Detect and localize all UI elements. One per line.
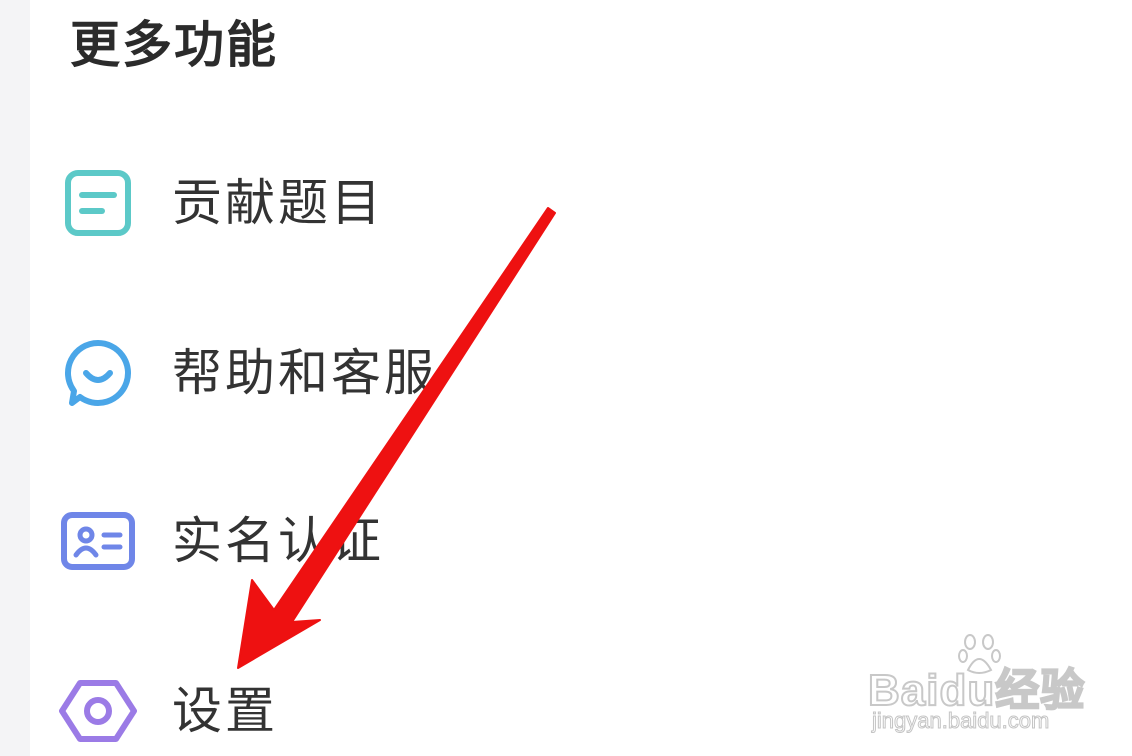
note-icon: [58, 163, 138, 243]
menu-item-contribute-question[interactable]: 贡献题目: [50, 148, 570, 258]
hexagon-settings-icon: [58, 671, 138, 751]
side-divider: [0, 0, 30, 756]
baidu-watermark: Baidu经验 jingyan.baidu.com: [862, 632, 1124, 736]
menu-item-help-support[interactable]: 帮助和客服: [50, 318, 570, 428]
more-functions-screen: 更多功能 贡献题目 帮助和客服 实名认证 设置 Baidu经验 jingyan.…: [0, 0, 1132, 756]
section-title: 更多功能: [70, 16, 278, 74]
menu-item-label: 实名认证: [172, 512, 384, 570]
id-card-icon: [58, 501, 138, 581]
paw-logo-icon: [958, 634, 1001, 674]
chat-bubble-icon: [58, 333, 138, 413]
menu-item-label: 贡献题目: [172, 174, 384, 232]
menu-item-settings[interactable]: 设置: [50, 656, 570, 756]
watermark-brand: Baidu经验: [867, 665, 1086, 716]
menu-item-real-name-verification[interactable]: 实名认证: [50, 486, 570, 596]
menu-item-label: 设置: [172, 682, 278, 740]
watermark-url: jingyan.baidu.com: [871, 708, 1050, 734]
menu-item-label: 帮助和客服: [172, 344, 437, 402]
